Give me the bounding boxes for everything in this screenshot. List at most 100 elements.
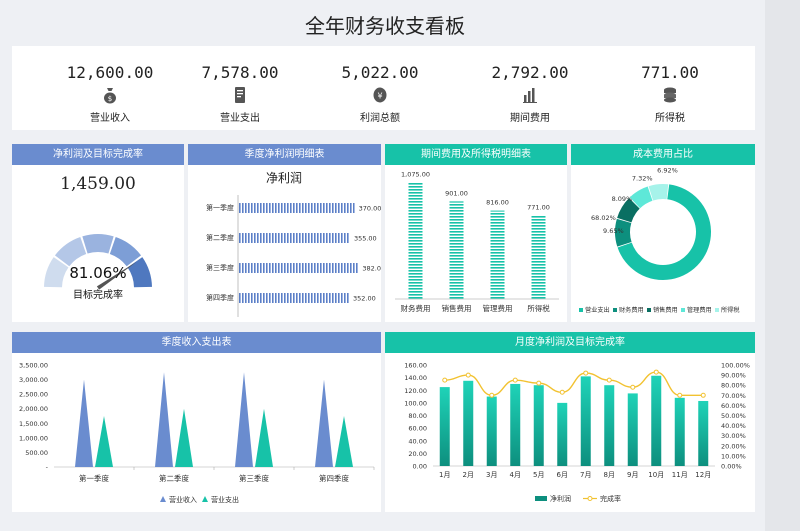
line-point [512,377,518,383]
slice-label: 6.92% [657,166,678,174]
category-label: 1月 [439,471,450,479]
value-label: 901.00 [445,189,468,197]
bar [674,397,685,466]
legend-label: 净利润 [550,494,571,503]
value-label: 382.00 [362,265,381,273]
area-peak [155,372,173,467]
kpi-period-cost: 2,792.00 期间费用 [460,46,600,124]
category-label: 第一季度 [79,473,109,483]
kpi-value: 771.00 [641,63,699,82]
legend-swatch [160,496,166,502]
monthly-profit-chart: 160.00 140.00 120.00 100.00 80.00 60.00 40.00 2… [404,362,750,504]
legend-swatch [647,308,651,312]
y-tick-label: 1,000.00 [19,434,48,442]
y-tick-label-left: 120.00 [404,387,427,395]
money-bag-icon: $ [104,88,116,104]
slice-label: 8.09% [612,195,633,203]
legend-label: 销售费用 [653,306,678,314]
line-point [677,392,683,398]
cost-share-panel: 成本费用占比 68.02% 9.65% 8.09% 7.32% 6.92% 营业支出 财务费… [571,144,755,322]
category-label: 第二季度 [159,473,189,483]
y-tick-label-right: 100.00% [721,362,750,370]
panel-header: 月度净利润及目标完成率 [385,332,755,353]
y-tick-label-right: 10.00% [721,452,746,460]
bar [698,400,709,466]
kpi-revenue: 12,600.00 $ 营业收入 [40,46,180,124]
value-label: 352.00 [353,295,376,303]
y-tick-label: 3,000.00 [19,376,48,384]
category-label: 11月 [672,471,688,479]
gauge-label: 目标完成率 [73,290,123,301]
bar [486,396,497,466]
line-point [606,377,612,383]
y-tick-label: 2,500.00 [19,391,48,399]
panel-header: 成本费用占比 [571,144,755,165]
legend-label: 财务费用 [619,306,644,314]
bar [408,182,423,299]
line-point [442,377,448,383]
bar [463,380,474,466]
category-label: 第三季度 [239,473,269,483]
kpi-value: 7,578.00 [201,63,279,82]
legend-label: 营业收入 [169,495,197,504]
line-point [653,369,659,375]
y-tick-label: 1,500.00 [19,420,48,428]
bar [557,402,568,466]
receipt-icon [235,87,245,103]
value-label: 771.00 [527,203,550,211]
bar [239,203,355,213]
monthly-profit-panel: 月度净利润及目标完成率 160.00 140.00 120.00 100.00 80.0… [385,332,755,512]
category-label: 10月 [648,471,664,479]
panel-header: 季度收入支出表 [12,332,381,353]
category-label: 9月 [627,471,638,479]
y-tick-label-right: 60.00% [721,402,746,410]
category-label: 2月 [463,471,474,479]
value-label: 355.00 [354,235,377,243]
category-label: 7月 [580,471,591,479]
y-tick-label-left: 20.00 [408,450,427,458]
period-cost-panel: 期间费用及所得税明细表 1,075.00 财务费用 901.00 销售费用 816.00… [385,144,567,322]
y-tick-label-right: 90.00% [721,372,746,380]
value-label: 370.00 [359,205,381,213]
area-peak [95,416,113,467]
y-tick-label-left: 160.00 [404,362,427,370]
coin-icon: ¥ [373,87,387,103]
legend-swatch [579,308,583,312]
category-label: 第二季度 [206,233,234,242]
quarterly-profit-chart: 净利润第一季度 370.00 第二季度 355.00 第三季度 382.00 第四季度 352… [206,171,381,317]
completion-line [444,371,704,397]
right-scrollbar-area [765,0,800,531]
kpi-expense: 7,578.00 营业支出 [170,46,310,124]
y-tick-label: 3,500.00 [19,362,48,370]
category-label: 5月 [533,471,544,479]
legend-swatch [613,308,617,312]
area-peak [175,408,193,467]
bar [580,376,591,466]
quarterly-revenue-chart: 3,500.00 3,000.00 2,500.00 2,000.00 1,500.00… [19,362,375,504]
y-tick-label-left: 0.00 [413,463,427,471]
chart-title: 净利润 [266,171,302,185]
gauge-percent: 81.06% [69,264,127,282]
category-label: 6月 [557,471,568,479]
area-peak [335,416,353,467]
line-point [583,370,589,376]
bar [439,387,450,466]
kpi-label: 营业收入 [90,113,130,124]
panel-header: 季度净利润明细表 [188,144,381,165]
y-tick-label: - [46,464,49,472]
y-tick-label-left: 40.00 [408,437,427,445]
quarterly-revenue-panel: 季度收入支出表 3,500.00 3,000.00 2,500.00 2,000.00… [12,332,381,512]
y-tick-label-right: 70.00% [721,392,746,400]
y-tick-label-right: 40.00% [721,422,746,430]
legend-label: 管理费用 [687,306,712,314]
area-peak [75,379,93,467]
y-tick-label-left: 140.00 [404,374,427,382]
kpi-value: 5,022.00 [341,63,419,82]
bar [531,215,546,299]
legend-label: 营业支出 [585,306,610,314]
kpi-strip: 12,600.00 $ 营业收入 7,578.00 营业支出 5,022.00 … [12,46,755,130]
category-label: 4月 [510,471,521,479]
bar [239,263,359,273]
line-point [559,389,565,395]
category-label: 3月 [486,471,497,479]
